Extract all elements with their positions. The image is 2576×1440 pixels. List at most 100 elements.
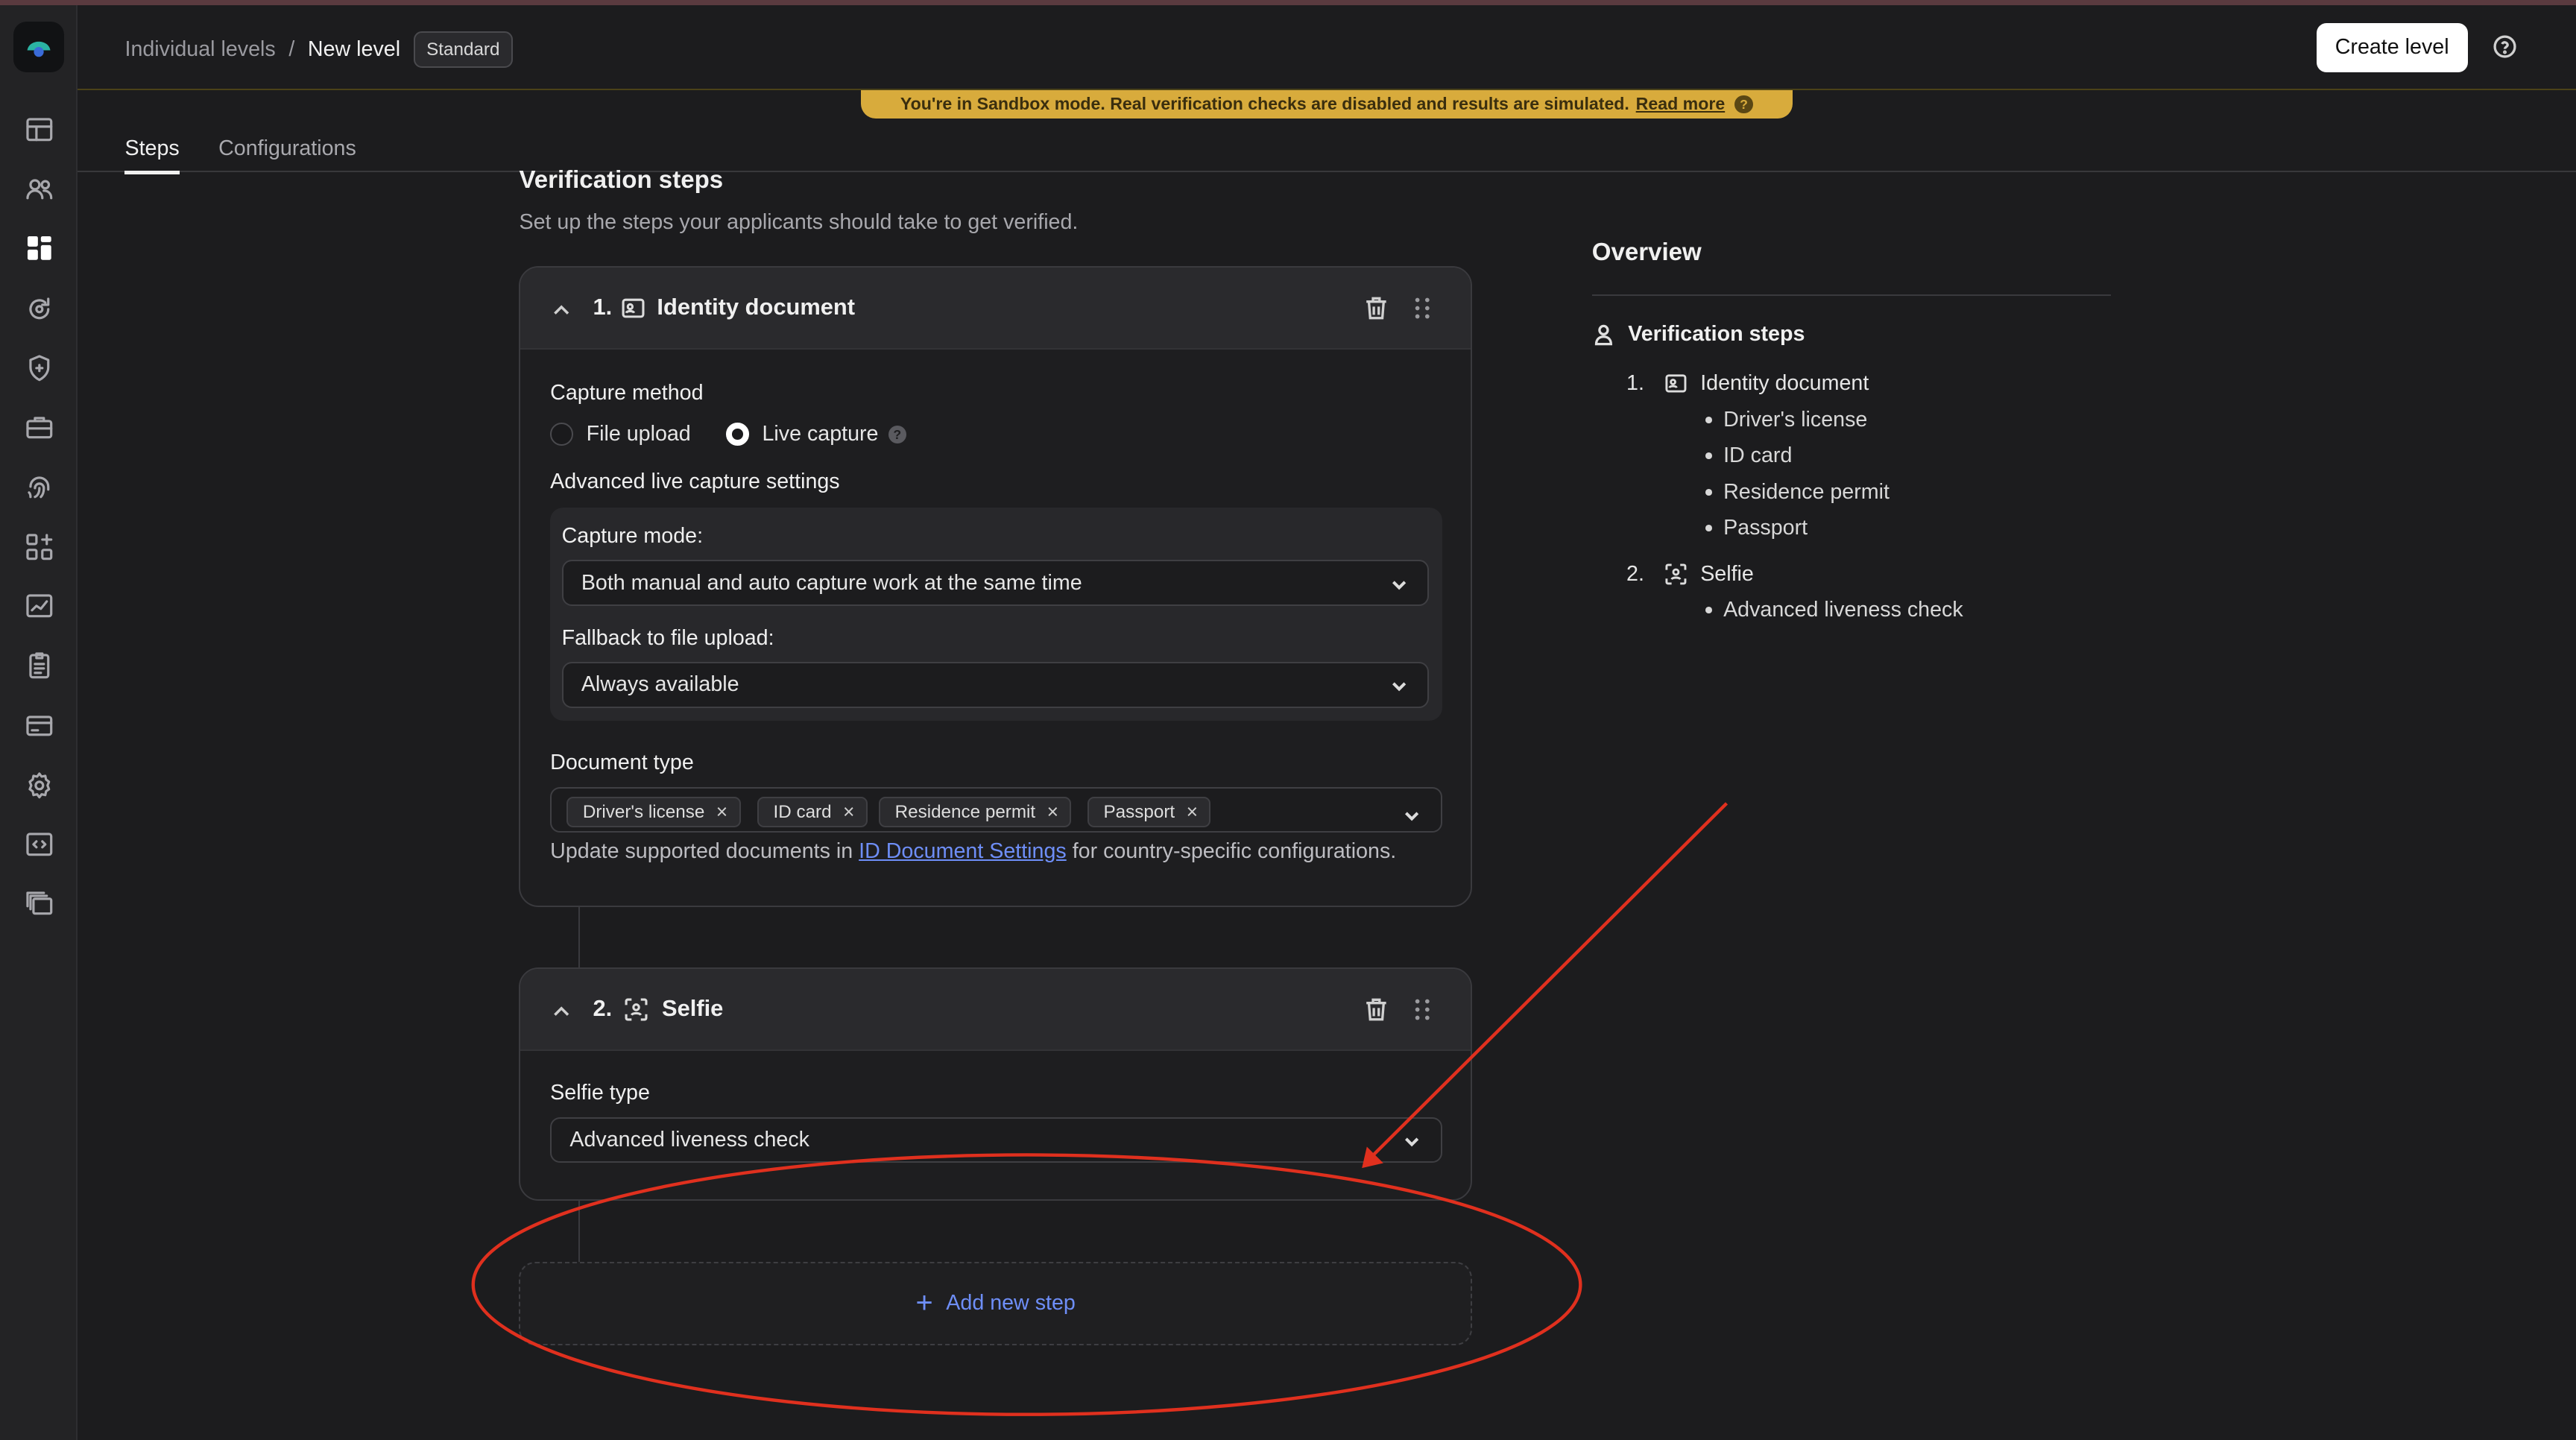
dashboard-icon[interactable]: [22, 112, 57, 148]
doc-chip: Residence permit ×: [878, 796, 1072, 828]
overview-step-number: 2.: [1626, 561, 1644, 586]
overview-item: ID card: [1705, 443, 1792, 468]
chevron-down-icon: [1390, 575, 1408, 593]
plus-icon: +: [915, 1286, 933, 1320]
breadcrumb-parent[interactable]: Individual levels: [124, 37, 275, 62]
overview-step-number: 1.: [1626, 371, 1644, 396]
select-value: Advanced liveness check: [569, 1127, 809, 1152]
add-new-step-button[interactable]: + Add new step: [519, 1261, 1472, 1346]
chip-label: Driver's license: [582, 801, 705, 822]
tab-configurations[interactable]: Configurations: [218, 136, 356, 161]
sidebar: [0, 4, 78, 1440]
tab-bar: Steps Configurations: [77, 127, 2576, 174]
layers-icon[interactable]: [22, 885, 57, 921]
chip-remove-icon[interactable]: ×: [1047, 800, 1058, 824]
step-title: Identity document: [657, 294, 856, 320]
chevron-up-icon[interactable]: [552, 297, 571, 317]
overview-section-header: Verification steps: [1592, 322, 1805, 347]
capture-mode-label: Capture mode:: [561, 523, 704, 548]
step-card-header[interactable]: 2. Selfie: [520, 969, 1471, 1052]
overview-item: Residence permit: [1705, 480, 1890, 505]
chevron-up-icon[interactable]: [552, 999, 571, 1018]
shield-icon[interactable]: [22, 350, 57, 385]
advanced-settings-panel: Capture mode: Both manual and auto captu…: [550, 507, 1442, 721]
overview-step-name: Selfie: [1700, 561, 1754, 586]
chevron-down-icon: [1403, 801, 1421, 821]
chip-remove-icon[interactable]: ×: [843, 800, 854, 824]
overview-step: 1. Identity document: [1626, 371, 1869, 396]
step-card-identity-document: 1. Identity document Capture method File…: [519, 266, 1472, 907]
document-type-multiselect[interactable]: Driver's license × ID card × Residence per…: [550, 786, 1442, 833]
person-icon: [1594, 324, 1612, 346]
drag-handle-icon[interactable]: [1412, 997, 1432, 1022]
tab-steps[interactable]: Steps: [124, 136, 180, 174]
sandbox-banner-text: You're in Sandbox mode. Real verificatio…: [900, 94, 1629, 114]
selfie-type-select[interactable]: Advanced liveness check: [550, 1117, 1442, 1163]
section-title: Verification steps: [519, 165, 724, 194]
levels-icon[interactable]: [22, 230, 57, 266]
chevron-down-icon: [1390, 677, 1408, 695]
briefcase-icon[interactable]: [22, 409, 57, 445]
radio-file-upload[interactable]: File upload: [550, 422, 691, 446]
capture-method-label: Capture method: [550, 381, 704, 405]
chip-label: Passport: [1103, 801, 1175, 822]
chevron-down-icon: [1403, 1131, 1421, 1149]
step-connector: [578, 1201, 581, 1262]
trash-icon[interactable]: [1365, 997, 1388, 1022]
step-title: Selfie: [662, 995, 724, 1022]
selfie-type-label: Selfie type: [550, 1081, 650, 1105]
trash-icon[interactable]: [1365, 296, 1388, 320]
doc-chip: ID card ×: [757, 796, 868, 828]
logo-icon: [27, 41, 51, 57]
note-prefix: Update supported documents in: [550, 839, 853, 864]
overview-title: Overview: [1591, 238, 1702, 266]
breadcrumb-separator: /: [288, 37, 295, 62]
note-suffix: for country-specific configurations.: [1072, 839, 1397, 864]
settings-icon[interactable]: [22, 767, 57, 803]
sandbox-banner: You're in Sandbox mode. Real verificatio…: [860, 90, 1793, 119]
fallback-label: Fallback to file upload:: [561, 625, 774, 650]
radio-circle[interactable]: [550, 423, 573, 446]
apps-icon[interactable]: [22, 529, 57, 565]
top-header: Individual levels / New level Standard C…: [77, 5, 2576, 91]
code-icon[interactable]: [22, 827, 57, 862]
sandbox-read-more-link[interactable]: Read more: [1636, 94, 1726, 114]
overview-item: Driver's license: [1705, 408, 1867, 432]
users-icon[interactable]: [22, 171, 57, 206]
clipboard-icon[interactable]: [22, 647, 57, 683]
card-icon[interactable]: [22, 708, 57, 744]
fingerprint-icon[interactable]: [22, 468, 57, 504]
document-type-label: Document type: [550, 751, 694, 775]
select-value: Always available: [581, 672, 739, 697]
radio-live-capture[interactable]: Live capture?: [725, 422, 906, 446]
level-type-badge: Standard: [413, 31, 513, 69]
overview-section-label: Verification steps: [1628, 322, 1805, 346]
help-icon[interactable]: [2493, 34, 2517, 59]
select-value: Both manual and auto capture work at the…: [581, 570, 1082, 595]
create-level-button[interactable]: Create level: [2316, 22, 2468, 72]
app-logo[interactable]: [13, 21, 64, 72]
doc-chip: Driver's license ×: [566, 796, 741, 828]
step-number: 2.: [593, 995, 613, 1022]
fallback-select[interactable]: Always available: [561, 662, 1430, 708]
face-scan-icon: [624, 997, 648, 1022]
radio-circle-selected[interactable]: [725, 423, 749, 446]
document-settings-note: Update supported documents in ID Documen…: [550, 839, 1396, 864]
info-icon[interactable]: ?: [888, 425, 906, 443]
app-root: Individual levels / New level Standard C…: [0, 0, 2576, 1440]
drag-handle-icon[interactable]: [1412, 296, 1432, 320]
add-step-label: Add new step: [946, 1291, 1076, 1316]
id-document-settings-link[interactable]: ID Document Settings: [859, 839, 1067, 863]
step-card-header[interactable]: 1. Identity document: [520, 268, 1471, 350]
refresh-icon[interactable]: [22, 291, 57, 326]
chip-remove-icon[interactable]: ×: [1187, 800, 1198, 824]
step-number: 1.: [593, 294, 613, 320]
question-icon[interactable]: ?: [1734, 95, 1753, 114]
radio-label: File upload: [586, 422, 691, 446]
breadcrumb-current: New level: [307, 37, 401, 62]
capture-mode-select[interactable]: Both manual and auto capture work at the…: [561, 560, 1430, 607]
step-connector: [578, 906, 581, 968]
chart-icon[interactable]: [22, 588, 57, 624]
chip-remove-icon[interactable]: ×: [716, 800, 727, 824]
face-scan-icon: [1665, 563, 1687, 585]
